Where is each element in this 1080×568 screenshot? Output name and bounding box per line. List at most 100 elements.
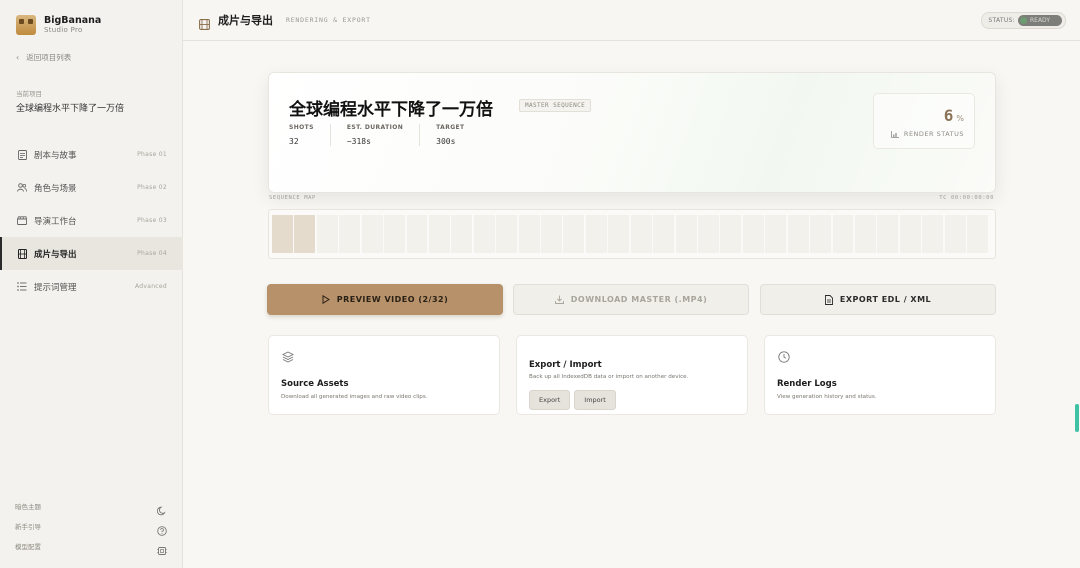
card-title: Source Assets [281,379,349,389]
chip-icon [157,541,167,555]
sidebar-footer: 暗色主题 新手引导 模型配置 [0,496,183,556]
sequence-shot[interactable] [832,215,854,253]
brand[interactable]: BigBanana Studio Pro [16,15,101,35]
card-title: Export / Import [529,360,602,370]
file-export-icon [824,294,833,305]
users-icon [17,183,27,193]
sequence-shot[interactable] [608,215,630,253]
status-badge: READY [1018,15,1062,26]
sidebar-item-prompts[interactable]: 提示词管理 Advanced [0,270,183,303]
clapperboard-icon [17,216,27,226]
sequence-shot[interactable] [967,215,988,253]
sequence-shot[interactable] [563,215,585,253]
back-to-projects-link[interactable]: ‹ 返回项目列表 [16,52,71,63]
stat-label: TARGET [436,124,465,131]
import-data-button[interactable]: Import [574,390,616,410]
master-sequence-badge: MASTER SEQUENCE [519,99,592,112]
download-icon [554,295,564,304]
sidebar-item-label: 角色与场景 [34,183,77,194]
sequence-shot[interactable] [272,215,293,253]
stat-value: ~318s [346,137,371,146]
dark-theme-toggle[interactable]: 暗色主题 [0,496,183,516]
sequence-shot[interactable] [585,215,607,253]
sequence-shot[interactable] [496,215,518,253]
onboarding-guide-button[interactable]: 新手引导 [0,516,183,536]
page-title: 成片与导出 [218,14,273,27]
sidebar-item-label: 成片与导出 [34,249,77,260]
timecode-readout: TC 00:00:00:00 [939,195,994,201]
render-logs-card[interactable]: Render Logs View generation history and … [764,335,996,415]
sequence-shot[interactable] [630,215,652,253]
export-data-button[interactable]: Export [529,390,571,410]
scroll-indicator[interactable] [1075,404,1079,432]
document-icon [17,149,27,160]
export-import-card: Export / Import Back up all IndexedDB da… [516,335,748,415]
sequence-shot[interactable] [384,215,406,253]
preview-video-label: PREVIEW VIDEO (2/32) [336,295,449,304]
sequence-shot[interactable] [339,215,361,253]
sequence-map-label: SEQUENCE MAP [269,195,316,201]
export-import-actions: Export Import [529,390,620,410]
sidebar-item-export[interactable]: 成片与导出 Phase 04 [0,237,183,270]
sequence-shot[interactable] [294,215,316,253]
moon-icon [156,501,167,516]
help-icon [157,521,167,536]
render-progress-unit: % [956,114,964,123]
sequence-shot[interactable] [541,215,562,253]
page-header: 成片与导出 RENDERING & EXPORT STATUS: READY [183,0,1080,41]
sequence-map[interactable] [268,209,996,259]
sidebar-item-script[interactable]: 剧本与故事 Phase 01 [0,138,183,171]
sequence-shot[interactable] [316,215,338,253]
sequence-shot[interactable] [406,215,428,253]
export-edl-xml-button[interactable]: EXPORT EDL / XML [760,284,996,315]
download-master-button[interactable]: DOWNLOAD MASTER (.MP4) [513,284,749,315]
sequence-shot[interactable] [787,215,809,253]
sidebar-item-phase: Phase 02 [137,184,167,191]
sequence-shot[interactable] [922,215,944,253]
stat-duration: EST. DURATION ~318s [346,124,421,146]
sidebar-item-characters[interactable]: 角色与场景 Phase 02 [0,171,183,204]
master-sequence-card: 全球编程水平下降了一万倍 MASTER SEQUENCE SHOTS 32 ES… [268,72,996,193]
sequence-shot[interactable] [899,215,921,253]
stat-shots: SHOTS 32 [289,124,331,146]
sequence-shot[interactable] [854,215,876,253]
sidebar-nav: 剧本与故事 Phase 01 角色与场景 Phase 02 导演工作台 Phas… [0,138,183,303]
sidebar-item-phase: Phase 04 [137,250,167,257]
sequence-shot[interactable] [428,215,450,253]
sequence-shot[interactable] [451,215,473,253]
sequence-shot[interactable] [810,215,832,253]
sequence-shot[interactable] [653,215,675,253]
bar-chart-icon [891,130,899,138]
sidebar-item-label: 导演工作台 [34,216,77,227]
source-assets-card[interactable]: Source Assets Download all generated ima… [268,335,500,415]
brand-logo-icon [16,15,36,35]
sidebar-item-director[interactable]: 导演工作台 Phase 03 [0,204,183,237]
export-edl-xml-label: EXPORT EDL / XML [839,295,932,304]
sequence-shot[interactable] [698,215,719,253]
sidebar: BigBanana Studio Pro ‹ 返回项目列表 当前项目 全球编程水… [0,0,183,568]
sequence-shot[interactable] [675,215,697,253]
stat-value: 300s [436,137,456,146]
sequence-shot[interactable] [720,215,742,253]
stat-target: TARGET 300s [436,124,480,146]
render-status-label-row: RENDER STATUS [891,130,964,138]
sequence-shot[interactable] [765,215,787,253]
sequence-map-header: SEQUENCE MAP TC 00:00:00:00 [269,195,996,205]
model-config-button[interactable]: 模型配置 [0,536,183,556]
sequence-stats: SHOTS 32 EST. DURATION ~318s TARGET 300s [289,124,497,146]
preview-video-button[interactable]: PREVIEW VIDEO (2/32) [267,284,503,315]
sequence-shot[interactable] [518,215,540,253]
download-master-label: DOWNLOAD MASTER (.MP4) [570,295,708,304]
back-link-label: 返回项目列表 [26,53,72,62]
render-status-label: RENDER STATUS [903,130,964,138]
sequence-shot[interactable] [473,215,495,253]
sequence-shot[interactable] [742,215,764,253]
sequence-shot[interactable] [944,215,966,253]
status-label: STATUS: [988,17,1015,24]
status-indicator: STATUS: READY [981,12,1066,29]
sequence-shot[interactable] [361,215,383,253]
film-icon [199,15,210,30]
brand-name: BigBanana [44,15,102,26]
brand-subtitle: Studio Pro [44,26,83,34]
sequence-shot[interactable] [877,215,899,253]
